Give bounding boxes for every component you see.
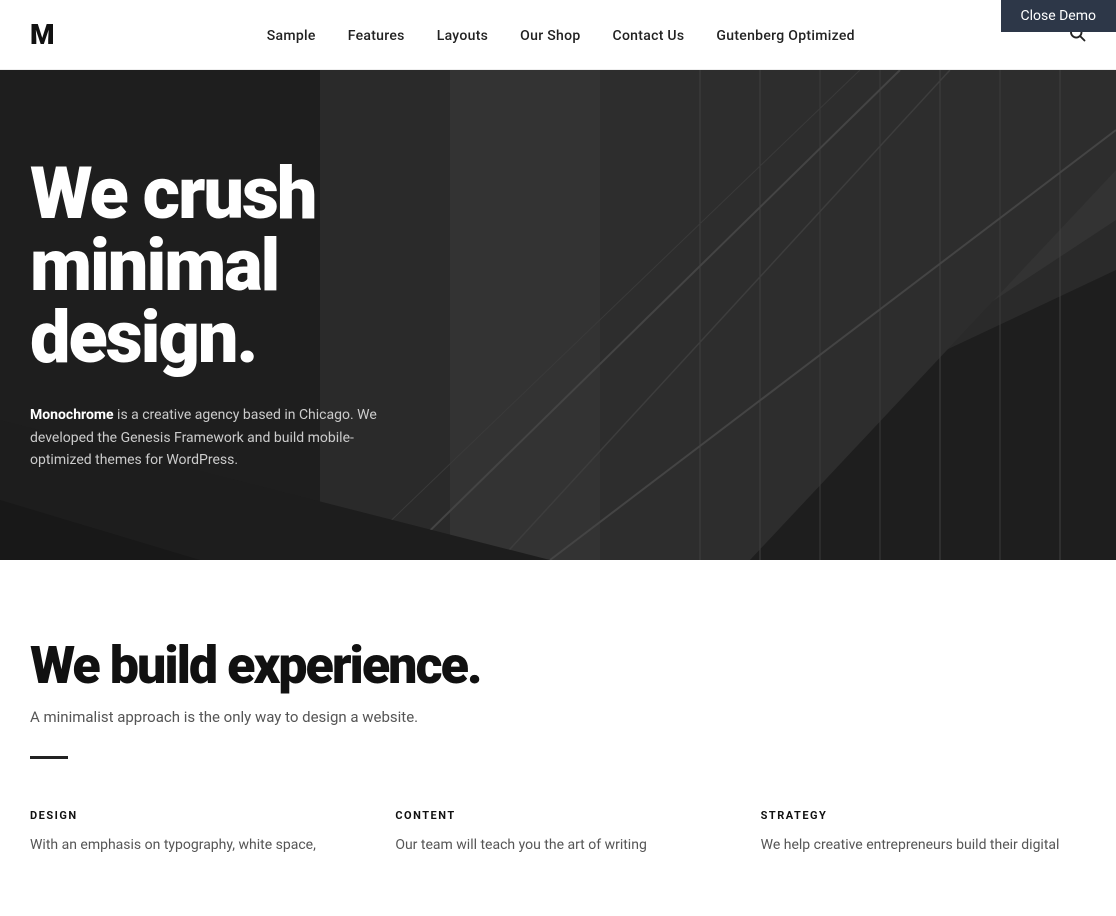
column-design-label: DESIGN [30,809,355,822]
nav-item-features[interactable]: Features [348,25,405,44]
column-design: DESIGN With an emphasis on typography, w… [30,809,355,856]
site-header: M Sample Features Layouts Our Shop Conta… [0,0,1116,70]
nav-item-sample[interactable]: Sample [267,25,316,44]
close-demo-button[interactable]: Close Demo [1001,0,1116,32]
hero-section: We crush minimal design. Monochrome is a… [0,70,1116,560]
nav-link-shop[interactable]: Our Shop [520,28,580,44]
column-content-label: CONTENT [395,809,720,822]
hero-brand-name: Monochrome [30,407,114,423]
main-nav: Sample Features Layouts Our Shop Contact… [267,25,855,44]
nav-link-layouts[interactable]: Layouts [437,28,488,44]
hero-content: We crush minimal design. Monochrome is a… [0,98,480,531]
hero-title: We crush minimal design. [30,158,450,374]
column-strategy-label: STRATEGY [761,809,1086,822]
nav-link-sample[interactable]: Sample [267,28,316,44]
feature-columns: DESIGN With an emphasis on typography, w… [30,809,1086,856]
nav-link-features[interactable]: Features [348,28,405,44]
nav-item-layouts[interactable]: Layouts [437,25,488,44]
column-strategy: STRATEGY We help creative entrepreneurs … [761,809,1086,856]
column-content-text: Our team will teach you the art of writi… [395,834,720,856]
section-title: We build experience. [30,640,1086,692]
column-strategy-text: We help creative entrepreneurs build the… [761,834,1086,856]
column-content: CONTENT Our team will teach you the art … [395,809,720,856]
nav-link-gutenberg[interactable]: Gutenberg Optimized [716,28,854,44]
nav-list: Sample Features Layouts Our Shop Contact… [267,25,855,44]
hero-description: Monochrome is a creative agency based in… [30,404,410,471]
nav-item-shop[interactable]: Our Shop [520,25,580,44]
site-logo[interactable]: M [30,18,54,51]
nav-link-contact[interactable]: Contact Us [613,28,685,44]
main-content-section: We build experience. A minimalist approa… [0,560,1116,916]
nav-item-gutenberg[interactable]: Gutenberg Optimized [716,25,854,44]
column-design-text: With an emphasis on typography, white sp… [30,834,355,856]
nav-item-contact[interactable]: Contact Us [613,25,685,44]
section-divider [30,756,68,759]
section-subtitle: A minimalist approach is the only way to… [30,708,1086,726]
